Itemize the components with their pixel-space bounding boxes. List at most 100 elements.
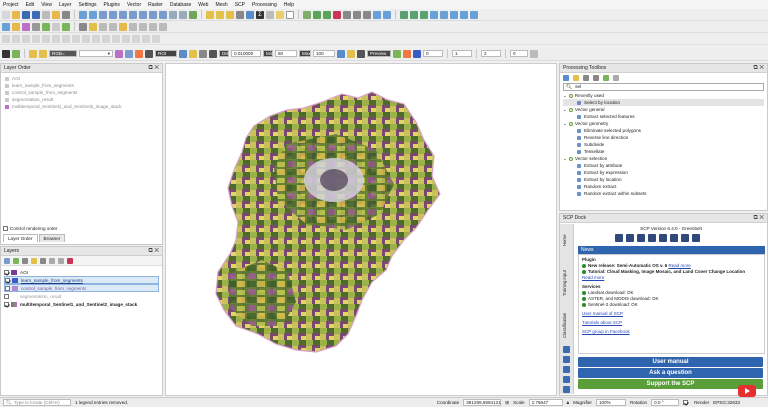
cut-icon[interactable] (343, 10, 351, 19)
scp-batch-icon[interactable] (670, 234, 678, 242)
processing-algorithm[interactable]: Random extract within subsets (563, 190, 764, 197)
simplify-icon[interactable] (22, 34, 30, 43)
layer-visibility-checkbox[interactable] (5, 285, 10, 291)
copy-icon[interactable] (353, 10, 361, 19)
menu-scp[interactable]: SCP (235, 2, 245, 8)
rotate-feature-icon[interactable] (12, 34, 20, 43)
plugin-g-icon[interactable] (460, 10, 468, 19)
processing-algorithm[interactable]: Extract selected features (563, 113, 764, 120)
tab-layer-order[interactable]: Layer Order (3, 234, 38, 242)
new-shapefile-icon[interactable] (79, 22, 87, 31)
control-rendering-checkbox[interactable] (3, 226, 8, 231)
scp-tab-classification[interactable]: Classification (562, 302, 567, 338)
float-close-icon[interactable]: ⧉ ✕ (753, 65, 764, 72)
polygon-symbol-icon[interactable] (12, 277, 18, 283)
add-mesh-icon[interactable] (32, 22, 40, 31)
layer-item[interactable]: multitemporal_Sentinel1_and_Sentinel2_im… (4, 300, 159, 308)
processing-group[interactable]: ⌄ Vector selection (563, 155, 764, 162)
scripts-icon[interactable] (573, 75, 579, 81)
layer-order-item[interactable]: segmentation_result (5, 96, 158, 103)
tab-browser[interactable]: Browser (38, 234, 66, 242)
add-group-icon[interactable] (13, 257, 19, 264)
processing-search[interactable]: 🔍︎ sel (563, 83, 764, 91)
style-manager-icon[interactable] (62, 10, 70, 19)
scp-band-set-icon[interactable] (12, 49, 20, 58)
results-viewer-icon[interactable] (593, 75, 599, 81)
zoom-selection-icon[interactable] (139, 10, 147, 19)
options-icon[interactable] (613, 75, 619, 81)
coordinate-field[interactable]: 381289,5994121 (463, 399, 502, 406)
split-parts-icon[interactable] (112, 34, 120, 43)
scp-remove-icon[interactable] (403, 49, 411, 58)
edit-features-icon[interactable] (603, 75, 609, 81)
scp-tool-2-icon[interactable] (563, 356, 570, 363)
save-project-icon[interactable] (22, 10, 30, 19)
locator-input[interactable]: 🔍︎ Type to locate (Ctrl+K) (3, 399, 71, 406)
delete-feature-icon[interactable] (333, 10, 341, 19)
polygon-symbol-icon[interactable] (12, 285, 18, 291)
processing-algorithm[interactable]: Random extract (563, 183, 764, 190)
annotation-icon[interactable] (276, 10, 284, 19)
control-rendering-row[interactable]: Control rendering order (3, 226, 58, 231)
scp-run-icon[interactable] (393, 49, 401, 58)
chevron-down-icon[interactable]: ⌄ (563, 156, 567, 162)
models-icon[interactable] (563, 75, 569, 81)
label-change-icon[interactable] (149, 22, 157, 31)
magnifier-field[interactable]: 100% (595, 399, 626, 406)
processing-algorithm[interactable]: Tessellate (563, 148, 764, 155)
processing-algorithm[interactable]: Select by location (563, 99, 764, 106)
processing-algorithm[interactable]: Extract by attribute (563, 162, 764, 169)
collapse-all-icon[interactable] (58, 257, 64, 264)
scp-band-calc-icon[interactable] (615, 234, 623, 242)
crs-label[interactable]: EPSG:32633 (713, 400, 740, 405)
scp-preview-zoom-icon[interactable] (179, 49, 187, 58)
layer-visibility-checkbox[interactable] (5, 277, 10, 283)
plugin-b-icon[interactable] (410, 10, 418, 19)
raster-layer-icon[interactable] (11, 294, 17, 299)
scp-create-roi-icon[interactable] (135, 49, 143, 58)
menu-help[interactable]: Help (284, 2, 294, 8)
label-rotate-icon[interactable] (139, 22, 147, 31)
save-as-icon[interactable] (32, 10, 40, 19)
menu-raster[interactable]: Raster (148, 2, 163, 8)
new-project-icon[interactable] (2, 10, 10, 19)
select-features-icon[interactable] (216, 10, 224, 19)
polygon-symbol-icon[interactable] (11, 269, 17, 275)
add-wms-icon[interactable] (62, 22, 70, 31)
menu-project[interactable]: Project (3, 2, 19, 8)
label-pin-icon[interactable] (119, 22, 127, 31)
add-csv-icon[interactable] (42, 22, 50, 31)
menu-vector[interactable]: Vector (127, 2, 141, 8)
remove-layer-icon[interactable] (67, 257, 73, 264)
scp-extra-icon[interactable] (530, 49, 538, 58)
zoom-full-icon[interactable] (119, 10, 127, 19)
scp-tab-home[interactable]: Home (562, 228, 567, 246)
new-temp-layer-icon[interactable] (99, 22, 107, 31)
layer-item[interactable]: segmentation_result (4, 292, 159, 300)
processing-algorithm[interactable]: Subdivide (563, 141, 764, 148)
new-map-view-icon[interactable] (169, 10, 177, 19)
layout-manager-icon[interactable] (52, 10, 60, 19)
scp-info-icon[interactable] (692, 234, 700, 242)
render-checkbox[interactable] (683, 400, 689, 405)
layer-order-item[interactable]: control_sample_from_segments (5, 89, 158, 96)
bookmark-icon[interactable] (179, 10, 187, 19)
extents-icon[interactable]: ⊞ (505, 400, 509, 406)
dist-field[interactable]: 0.010000 (231, 50, 261, 57)
zoom-layer-icon[interactable] (129, 10, 137, 19)
label-tool-icon[interactable] (109, 22, 117, 31)
menu-web[interactable]: Web (198, 2, 208, 8)
scp-tool-3-icon[interactable] (563, 366, 570, 373)
manage-themes-icon[interactable] (22, 257, 28, 264)
menu-database[interactable]: Database (170, 2, 191, 8)
spin-field-4[interactable]: 0 (510, 50, 528, 57)
map-canvas[interactable] (165, 63, 557, 396)
zoom-last-icon[interactable] (149, 10, 157, 19)
split-icon[interactable] (102, 34, 110, 43)
zoom-in-icon[interactable] (99, 10, 107, 19)
scp-link[interactable]: SCP group in Facebook (582, 329, 761, 335)
layer-item[interactable]: AOI (4, 268, 159, 276)
deselect-icon[interactable] (226, 10, 234, 19)
news-1-link[interactable]: Read more (668, 263, 690, 268)
menu-edit[interactable]: Edit (26, 2, 35, 8)
